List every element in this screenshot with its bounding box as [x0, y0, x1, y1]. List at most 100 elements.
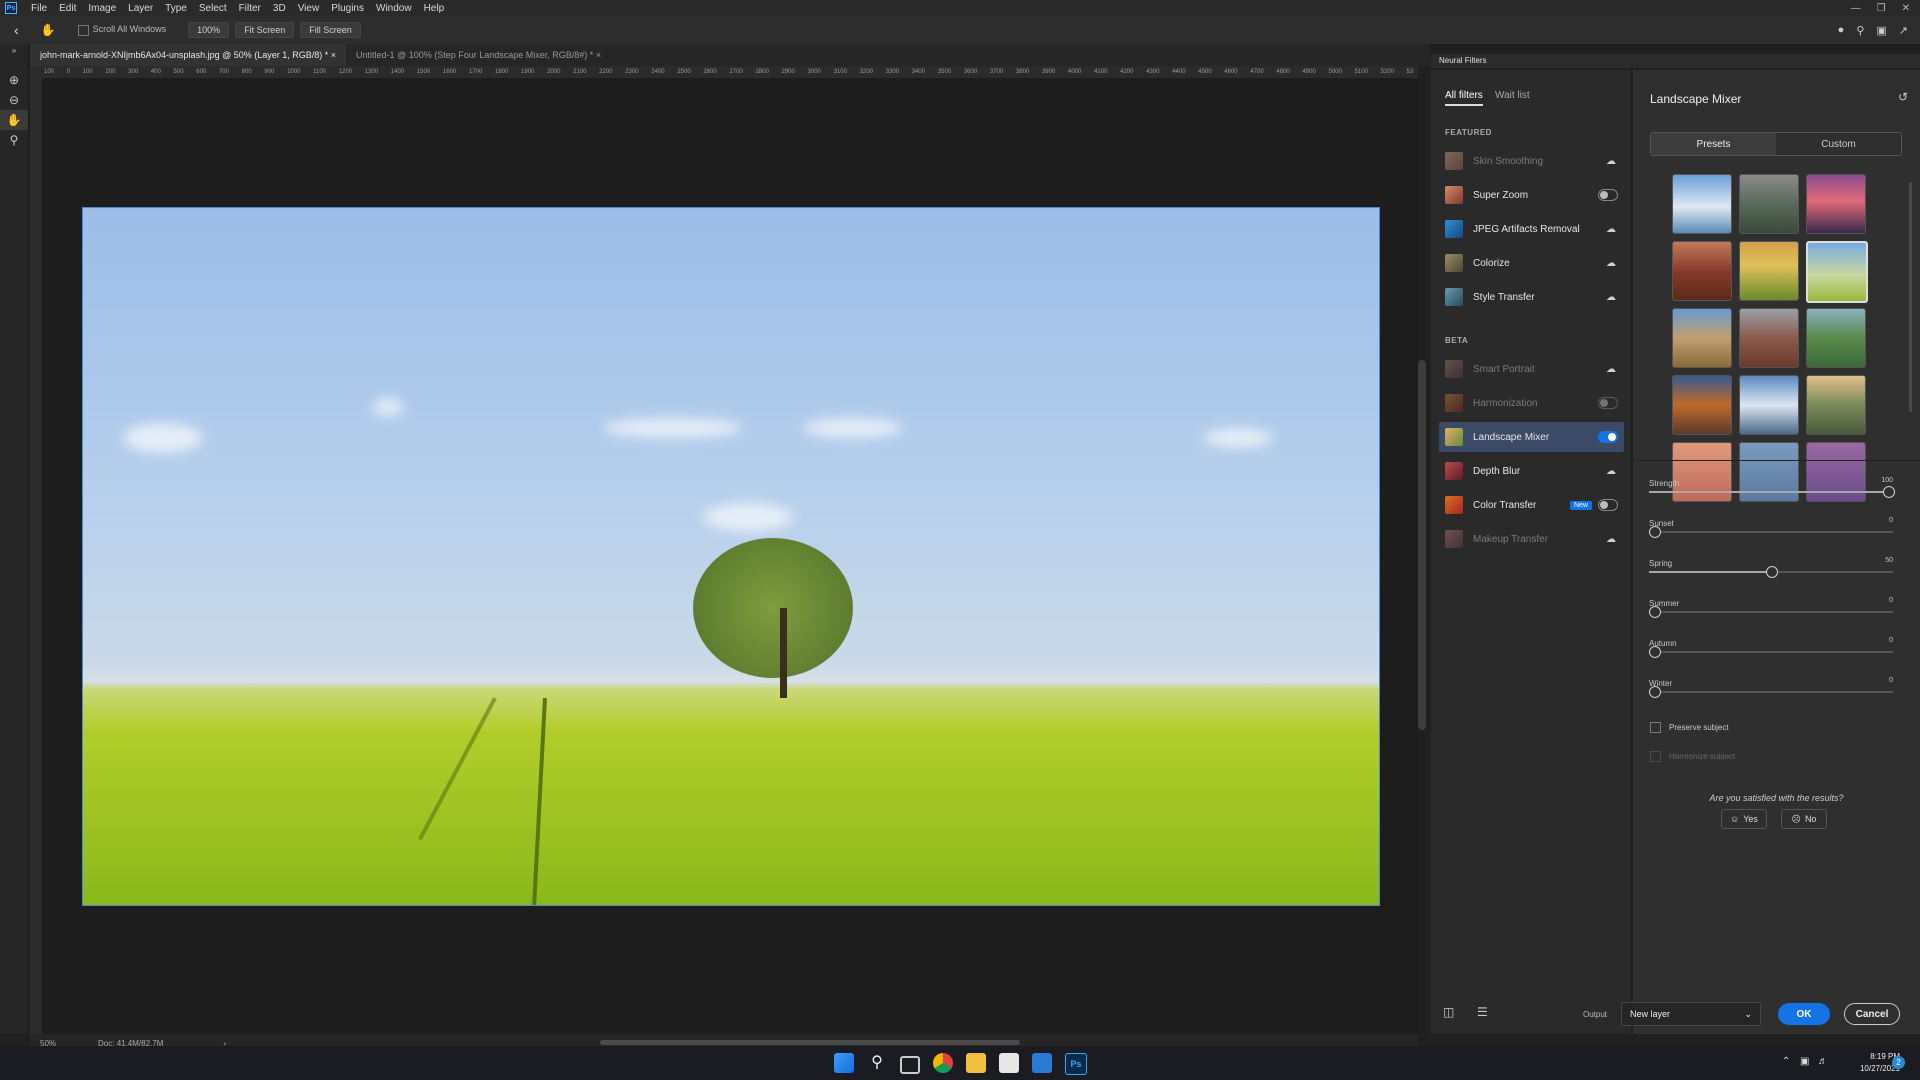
filter-makeup-transfer[interactable]: Makeup Transfer ☁: [1439, 524, 1624, 554]
reset-icon[interactable]: ↺: [1898, 90, 1908, 104]
menu-image[interactable]: Image: [82, 3, 122, 14]
workspace-icon[interactable]: ▣: [1876, 24, 1886, 37]
tab-presets[interactable]: Presets: [1651, 133, 1776, 155]
minimize-icon[interactable]: —: [1851, 3, 1861, 14]
document-image[interactable]: [82, 207, 1380, 906]
vertical-scrollbar[interactable]: [1418, 360, 1426, 730]
filter-smart-portrait[interactable]: Smart Portrait ☁: [1439, 354, 1624, 384]
fit-screen-button[interactable]: Fit Screen: [235, 22, 295, 38]
filter-super-zoom[interactable]: Super Zoom: [1439, 180, 1624, 210]
photoshop-icon[interactable]: Ps: [1065, 1053, 1087, 1075]
tab-document-2[interactable]: Untitled-1 @ 100% (Step Four Landscape M…: [346, 44, 611, 66]
preset-desert-rocks[interactable]: [1672, 308, 1732, 368]
cloud-download-icon[interactable]: ☁: [1606, 224, 1618, 234]
mail-icon[interactable]: [1032, 1053, 1052, 1073]
slider-track[interactable]: [1649, 531, 1893, 533]
zoom-100-button[interactable]: 100%: [188, 22, 230, 38]
hand-icon[interactable]: ✋: [0, 110, 28, 130]
slider-thumb[interactable]: [1649, 526, 1661, 538]
network-icon[interactable]: ▣: [1800, 1056, 1809, 1067]
close-icon[interactable]: ✕: [1902, 3, 1910, 14]
tab-custom[interactable]: Custom: [1776, 133, 1901, 155]
ok-button[interactable]: OK: [1778, 1003, 1830, 1025]
horizontal-scrollbar[interactable]: [600, 1040, 1020, 1045]
file-explorer-icon[interactable]: [966, 1053, 986, 1073]
menu-view[interactable]: View: [292, 3, 326, 14]
menu-filter[interactable]: Filter: [233, 3, 267, 14]
output-select[interactable]: New layer ⌄: [1621, 1002, 1761, 1026]
preset-snowy-mountain[interactable]: [1672, 174, 1732, 234]
filter-color-transfer[interactable]: Color Transfer New: [1439, 490, 1624, 520]
tab-wait-list[interactable]: Wait list: [1495, 90, 1530, 101]
summer-slider[interactable]: Summer 0: [1649, 597, 1893, 627]
layers-icon[interactable]: ☰: [1477, 1005, 1488, 1019]
winter-slider[interactable]: Winter 0: [1649, 677, 1893, 707]
preset-spring-meadow[interactable]: [1806, 241, 1868, 303]
tab-all-filters[interactable]: All filters: [1445, 90, 1483, 106]
cloud-download-icon[interactable]: ☁: [1606, 534, 1618, 544]
collapse-icon[interactable]: »: [0, 44, 28, 56]
yes-button[interactable]: ☺ Yes: [1721, 809, 1767, 829]
presets-scrollbar[interactable]: [1909, 182, 1912, 412]
menu-edit[interactable]: Edit: [53, 3, 82, 14]
magnifier-icon[interactable]: ⚲: [0, 130, 28, 150]
slider-thumb[interactable]: [1649, 646, 1661, 658]
checkbox-icon[interactable]: [1650, 722, 1661, 733]
windows-start-icon[interactable]: [834, 1053, 854, 1073]
tray-chevron-icon[interactable]: ⌃: [1782, 1056, 1790, 1067]
cloud-download-icon[interactable]: ☁: [1606, 258, 1618, 268]
filter-landscape-mixer[interactable]: Landscape Mixer: [1439, 422, 1624, 452]
preset-canyon[interactable]: [1672, 241, 1732, 301]
store-icon[interactable]: [999, 1053, 1019, 1073]
slider-thumb[interactable]: [1649, 686, 1661, 698]
cancel-button[interactable]: Cancel: [1844, 1003, 1900, 1025]
autumn-slider[interactable]: Autumn 0: [1649, 637, 1893, 667]
menu-type[interactable]: Type: [159, 3, 193, 14]
preserve-subject-checkbox[interactable]: Preserve subject: [1650, 722, 1729, 733]
hand-tool-icon[interactable]: ✋: [41, 23, 56, 37]
filter-harmonization[interactable]: Harmonization: [1439, 388, 1624, 418]
strength-slider[interactable]: Strength 100: [1649, 477, 1895, 507]
fill-screen-button[interactable]: Fill Screen: [300, 22, 361, 38]
harmonize-subject-checkbox[interactable]: Harmonize subject: [1650, 751, 1735, 762]
zoom-in-icon[interactable]: ⊕: [0, 70, 28, 90]
search-icon[interactable]: ⚲: [867, 1053, 887, 1073]
preset-golden-hills[interactable]: [1739, 241, 1799, 301]
cloud-download-icon[interactable]: ☁: [1606, 364, 1618, 374]
spring-slider[interactable]: Spring 50: [1649, 557, 1893, 587]
harmonization-toggle[interactable]: [1598, 397, 1618, 409]
preset-river-valley[interactable]: [1806, 308, 1866, 368]
cloud-download-icon[interactable]: ☁: [1606, 466, 1618, 476]
compare-icon[interactable]: ◫: [1443, 1005, 1454, 1019]
zoom-out-icon[interactable]: ⊖: [0, 90, 28, 110]
share-icon[interactable]: ●: [1838, 24, 1845, 36]
preset-autumn-lake[interactable]: [1672, 375, 1732, 435]
filter-jpeg-artifacts-removal[interactable]: JPEG Artifacts Removal ☁: [1439, 214, 1624, 244]
share-document-icon[interactable]: ↗: [1899, 24, 1908, 37]
menu-layer[interactable]: Layer: [122, 3, 159, 14]
scroll-all-checkbox[interactable]: Scroll All Windows: [77, 24, 166, 36]
slider-thumb[interactable]: [1883, 486, 1895, 498]
filter-style-transfer[interactable]: Style Transfer ☁: [1439, 282, 1624, 312]
preset-sunset-peak[interactable]: [1806, 174, 1866, 234]
restore-icon[interactable]: ❐: [1877, 3, 1886, 14]
chrome-icon[interactable]: [933, 1053, 953, 1073]
menu-select[interactable]: Select: [193, 3, 233, 14]
filter-depth-blur[interactable]: Depth Blur ☁: [1439, 456, 1624, 486]
slider-track[interactable]: [1649, 611, 1893, 613]
checkbox-icon[interactable]: [77, 24, 89, 36]
menu-help[interactable]: Help: [418, 3, 451, 14]
notification-badge[interactable]: 2: [1892, 1056, 1905, 1069]
no-button[interactable]: ☹ No: [1781, 809, 1827, 829]
filter-colorize[interactable]: Colorize ☁: [1439, 248, 1624, 278]
back-arrow-icon[interactable]: ‹: [14, 22, 19, 38]
preset-alpine-snow[interactable]: [1739, 375, 1799, 435]
task-view-icon[interactable]: [900, 1056, 920, 1074]
slider-thumb[interactable]: [1766, 566, 1778, 578]
close-tab-icon[interactable]: ×: [596, 50, 601, 60]
cloud-download-icon[interactable]: ☁: [1606, 292, 1618, 302]
menu-plugins[interactable]: Plugins: [325, 3, 370, 14]
search-icon[interactable]: ⚲: [1856, 24, 1864, 37]
cloud-download-icon[interactable]: ☁: [1606, 156, 1618, 166]
menu-file[interactable]: File: [25, 3, 53, 14]
